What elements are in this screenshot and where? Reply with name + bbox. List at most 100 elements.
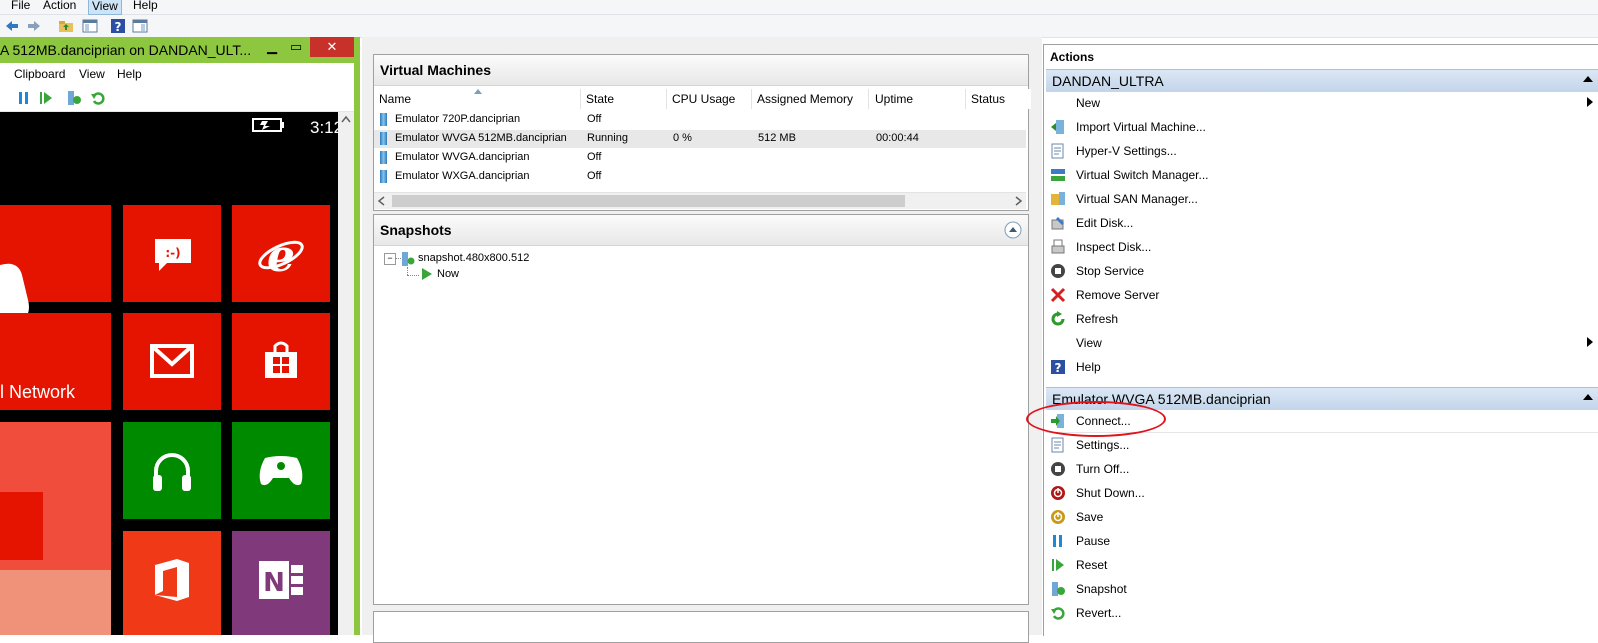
scroll-left-icon[interactable] bbox=[374, 193, 390, 209]
vm-horizontal-scrollbar[interactable] bbox=[374, 192, 1026, 209]
tile-mail[interactable] bbox=[123, 313, 221, 410]
action-reset[interactable]: Reset bbox=[1046, 554, 1598, 576]
action-label: Remove Server bbox=[1076, 288, 1160, 302]
emulator-menu-help[interactable]: Help bbox=[117, 67, 142, 81]
action-label: Refresh bbox=[1076, 312, 1119, 326]
table-row[interactable]: Emulator WXGA.danciprian Off bbox=[374, 168, 1026, 186]
refresh-icon bbox=[1051, 311, 1065, 326]
emulator-menu-view[interactable]: View bbox=[79, 67, 105, 81]
menu-view[interactable]: View bbox=[88, 0, 122, 15]
snapshot-icon bbox=[1052, 582, 1065, 596]
action-label: Virtual Switch Manager... bbox=[1076, 168, 1209, 182]
show-action-pane-icon[interactable] bbox=[132, 18, 148, 34]
emulator-titlebar[interactable]: A 512MB.danciprian on DANDAN_ULT... ▁ ▭ … bbox=[0, 37, 360, 63]
maximize-icon[interactable]: ▭ bbox=[286, 37, 306, 57]
snapshot-item[interactable]: snapshot.480x800.512 bbox=[418, 252, 529, 264]
action-label: Save bbox=[1076, 510, 1104, 524]
scroll-up-icon[interactable] bbox=[338, 112, 354, 128]
action-save[interactable]: Save bbox=[1046, 506, 1598, 528]
tile-onenote[interactable]: N bbox=[232, 531, 330, 635]
forward-arrow-icon[interactable] bbox=[26, 18, 42, 34]
emulator-scrollbar[interactable] bbox=[338, 112, 354, 635]
action-refresh[interactable]: Refresh bbox=[1046, 308, 1598, 330]
mail-icon bbox=[150, 344, 194, 378]
action-label: Inspect Disk... bbox=[1076, 240, 1152, 254]
action-help[interactable]: ? Help bbox=[1046, 356, 1598, 378]
back-arrow-icon[interactable] bbox=[4, 18, 20, 34]
table-row[interactable]: Emulator 720P.danciprian Off bbox=[374, 111, 1026, 129]
action-edit-disk[interactable]: Edit Disk... bbox=[1046, 212, 1598, 234]
action-pause[interactable]: Pause bbox=[1046, 530, 1598, 552]
action-stop-service[interactable]: Stop Service bbox=[1046, 260, 1598, 282]
menu-file[interactable]: File bbox=[8, 0, 33, 13]
action-new[interactable]: New bbox=[1046, 92, 1598, 114]
svg-text:?: ? bbox=[1055, 361, 1062, 375]
column-status[interactable]: Status bbox=[966, 89, 1031, 109]
emulator-menu-clipboard[interactable]: Clipboard bbox=[14, 67, 65, 81]
scroll-right-icon[interactable] bbox=[1010, 193, 1026, 209]
collapse-icon[interactable] bbox=[1004, 221, 1022, 239]
action-remove-server[interactable]: Remove Server bbox=[1046, 284, 1598, 306]
table-row[interactable]: Emulator WVGA.danciprian Off bbox=[374, 149, 1026, 167]
tile-phone[interactable] bbox=[0, 205, 111, 327]
main-toolbar: ? bbox=[0, 15, 1598, 38]
emulator-window: A 512MB.danciprian on DANDAN_ULT... ▁ ▭ … bbox=[0, 37, 360, 635]
pause-icon[interactable] bbox=[16, 90, 32, 106]
scroll-thumb[interactable] bbox=[392, 195, 905, 207]
action-turn-off[interactable]: Turn Off... bbox=[1046, 458, 1598, 480]
emulator-title: A 512MB.danciprian on DANDAN_ULT... bbox=[0, 42, 252, 58]
tree-toggle-icon[interactable]: − bbox=[384, 253, 396, 265]
minimize-icon[interactable]: ▁ bbox=[262, 37, 282, 57]
snapshot-icon[interactable] bbox=[66, 90, 82, 106]
collapse-up-icon[interactable] bbox=[1583, 75, 1593, 83]
tile-music[interactable] bbox=[123, 422, 221, 519]
close-icon[interactable]: ✕ bbox=[310, 37, 354, 57]
phone-screen[interactable]: 3:12 :-) e l Network bbox=[0, 112, 338, 635]
action-view[interactable]: View bbox=[1046, 332, 1598, 354]
column-state[interactable]: State bbox=[581, 89, 667, 109]
action-import-virtual-machine[interactable]: Import Virtual Machine... bbox=[1046, 116, 1598, 138]
tile-internet-explorer[interactable]: e bbox=[232, 205, 330, 302]
sort-ascending-icon bbox=[474, 89, 482, 94]
tile-office[interactable] bbox=[123, 531, 221, 635]
revert-icon[interactable] bbox=[90, 90, 106, 106]
tile-messaging[interactable]: :-) bbox=[123, 205, 221, 302]
show-hide-console-icon[interactable] bbox=[82, 18, 98, 34]
menu-help[interactable]: Help bbox=[130, 0, 161, 13]
table-row[interactable]: Emulator WVGA 512MB.danciprian Running 0… bbox=[374, 130, 1026, 148]
now-arrow-icon bbox=[422, 268, 432, 280]
headphones-icon bbox=[153, 453, 191, 491]
column-cpu-usage[interactable]: CPU Usage bbox=[667, 89, 752, 109]
stop-icon bbox=[1051, 264, 1065, 278]
tile-store[interactable] bbox=[232, 313, 330, 410]
column-uptime[interactable]: Uptime bbox=[870, 89, 966, 109]
action-revert[interactable]: Revert... bbox=[1046, 602, 1598, 624]
tile-games[interactable] bbox=[232, 422, 330, 519]
settings-icon bbox=[1051, 143, 1064, 159]
action-inspect-disk[interactable]: Inspect Disk... bbox=[1046, 236, 1598, 258]
action-snapshot[interactable]: Snapshot bbox=[1046, 578, 1598, 600]
turn-off-icon bbox=[1051, 462, 1065, 476]
vm-state: Running bbox=[587, 132, 628, 144]
column-assigned-memory[interactable]: Assigned Memory bbox=[752, 89, 869, 109]
folder-up-icon[interactable] bbox=[58, 18, 74, 34]
help-icon[interactable]: ? bbox=[110, 18, 126, 34]
reset-icon[interactable] bbox=[38, 90, 54, 106]
office-icon bbox=[155, 559, 189, 601]
battery-icon bbox=[252, 118, 286, 132]
vm-name: Emulator 720P.danciprian bbox=[395, 113, 521, 125]
tile-photos[interactable] bbox=[0, 422, 111, 635]
action-virtual-switch-manager[interactable]: Virtual Switch Manager... bbox=[1046, 164, 1598, 186]
snapshot-now[interactable]: Now bbox=[437, 268, 459, 280]
action-hyperv-settings[interactable]: Hyper-V Settings... bbox=[1046, 140, 1598, 162]
xbox-controller-icon bbox=[259, 456, 303, 486]
vm-icon bbox=[380, 132, 387, 145]
menu-action[interactable]: Action bbox=[40, 0, 79, 13]
action-label: Turn Off... bbox=[1076, 462, 1130, 476]
action-shut-down[interactable]: Shut Down... bbox=[1046, 482, 1598, 504]
action-settings[interactable]: Settings... bbox=[1046, 434, 1598, 456]
internet-explorer-icon: e bbox=[258, 231, 304, 279]
collapse-up-icon[interactable] bbox=[1583, 393, 1593, 401]
server-section-header[interactable]: DANDAN_ULTRA bbox=[1046, 69, 1598, 92]
action-virtual-san-manager[interactable]: Virtual SAN Manager... bbox=[1046, 188, 1598, 210]
